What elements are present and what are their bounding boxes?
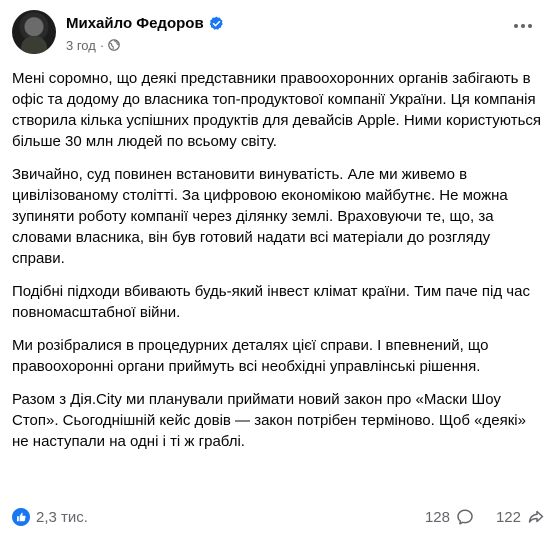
like-icon (12, 508, 30, 526)
author-name[interactable]: Михайло Федоров (66, 15, 204, 32)
comment-icon (456, 508, 474, 526)
post-card: Михайло Федоров 3 год · Мені соромно, що… (0, 0, 557, 540)
author-row: Михайло Федоров (66, 12, 224, 34)
globe-icon[interactable] (108, 39, 120, 51)
comments-count: 128 (424, 508, 450, 526)
post-paragraph: Ми розібралися в процедурних деталях ціє… (12, 337, 489, 375)
comments-link[interactable]: 128 (425, 508, 474, 526)
post-paragraph: Разом з Дія.City ми планували приймати н… (12, 391, 526, 450)
avatar[interactable] (12, 10, 56, 54)
more-dot (528, 24, 532, 28)
post-footer: 2,3 тис. 128 122 (12, 504, 545, 530)
verified-badge-icon (209, 16, 224, 31)
more-dot (514, 24, 518, 28)
post-header: Михайло Федоров 3 год · (12, 10, 545, 58)
post-time[interactable]: 3 год (66, 38, 96, 53)
post-paragraph: Звичайно, суд повинен встановити винуват… (12, 166, 508, 267)
post-body: Мені соромно, що деякі представники прав… (12, 68, 542, 464)
reactions-summary[interactable]: 2,3 тис. (12, 508, 88, 526)
post-paragraph: Мені соромно, що деякі представники прав… (12, 70, 542, 150)
more-dot (521, 24, 525, 28)
reactions-count: 2,3 тис. (36, 508, 88, 526)
engagement-counts: 128 122 (425, 508, 545, 526)
share-icon (527, 508, 545, 526)
more-options-icon[interactable] (505, 14, 541, 38)
meta-separator: · (99, 37, 105, 53)
post-paragraph: Подібні підходи вбивають будь-який інвес… (12, 283, 530, 321)
shares-link[interactable]: 122 (496, 508, 545, 526)
post-meta: 3 год · (66, 36, 120, 54)
shares-count: 122 (495, 508, 521, 526)
